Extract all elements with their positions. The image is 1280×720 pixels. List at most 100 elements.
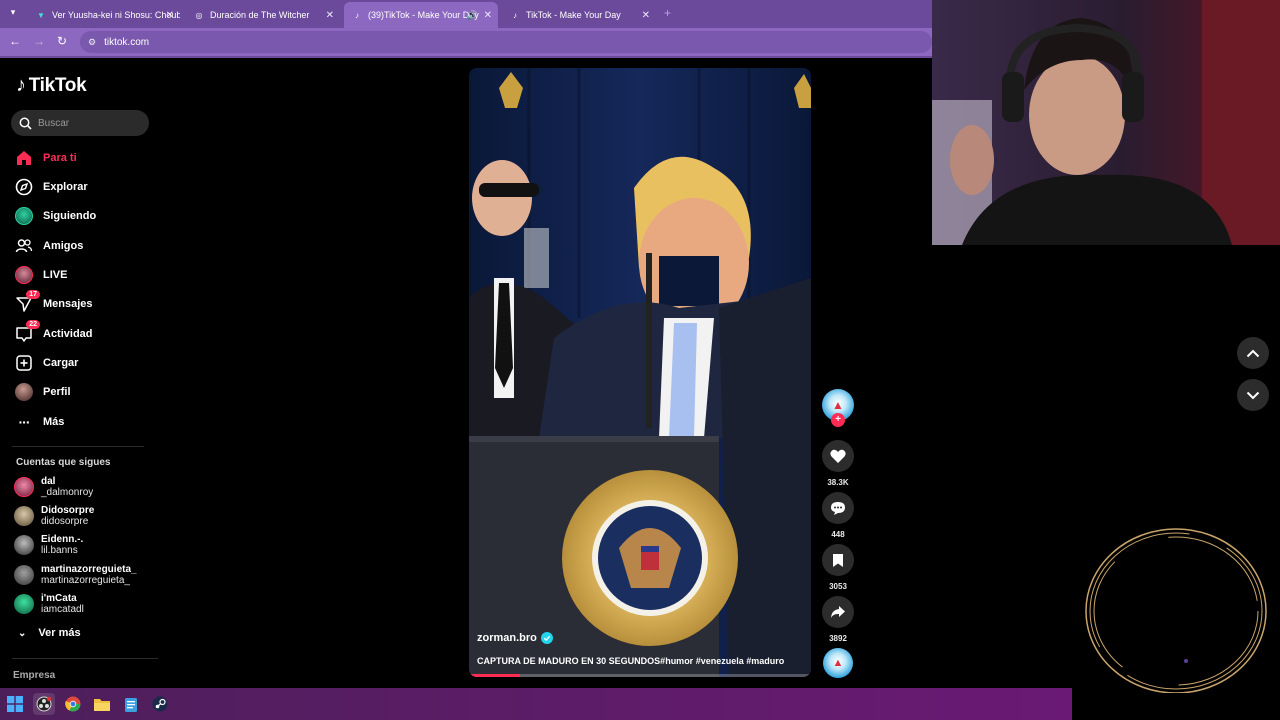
- nav-label: Explorar: [43, 181, 88, 193]
- tab-favicon-icon: ▼: [37, 10, 45, 20]
- compass-icon: [14, 177, 34, 197]
- friends-icon: [14, 236, 34, 256]
- following-account[interactable]: dal _dalmonroy: [14, 476, 93, 498]
- tiktok-favicon-icon: ♪: [513, 10, 517, 20]
- browser-tab-bar: ▾ ▼ Ver Yuusha-kei ni Shosu: Choub ✕ ◎ D…: [0, 0, 932, 28]
- nav-mas[interactable]: ··· Más: [14, 410, 65, 434]
- file-explorer-icon[interactable]: [91, 693, 113, 715]
- tab-search-dropdown-icon[interactable]: ▾: [6, 7, 20, 21]
- url-text: tiktok.com: [104, 36, 150, 48]
- save-count: 3053: [829, 582, 847, 591]
- nav-explorar[interactable]: Explorar: [14, 175, 88, 199]
- video-player[interactable]: zorman.bro CAPTURA DE MADURO EN 30 SEGUN…: [469, 68, 811, 677]
- tiktok-logo[interactable]: ♪ TikTok: [16, 74, 87, 97]
- video-progress-bar[interactable]: [469, 674, 811, 677]
- following-account[interactable]: Didosorpre didosorpre: [14, 505, 94, 527]
- video-caption: CAPTURA DE MADURO EN 30 SEGUNDOS#humor #…: [477, 656, 785, 666]
- follow-plus-icon[interactable]: +: [831, 413, 845, 427]
- chevron-down-icon: ⌄: [18, 627, 27, 639]
- browser-tab-3[interactable]: ♪ (39)TikTok - Make Your Day 🔊 ✕: [344, 2, 498, 28]
- browser-toolbar: ← → ↻ ⚙ tiktok.com: [0, 28, 932, 56]
- sidebar-divider: [12, 446, 144, 447]
- back-icon[interactable]: ←: [9, 34, 21, 48]
- save-button[interactable]: 3053: [822, 544, 854, 591]
- account-name: i'mCata: [41, 593, 77, 604]
- author-name: zorman.bro: [477, 632, 537, 644]
- browser-tab-4[interactable]: ♪ TikTok - Make Your Day ✕: [502, 4, 656, 26]
- account-name: Eidenn.-.: [41, 534, 84, 545]
- windows-start-icon[interactable]: [4, 693, 26, 715]
- close-tab-icon[interactable]: ✕: [166, 10, 174, 21]
- nav-mensajes[interactable]: 17 Mensajes: [14, 290, 93, 316]
- nav-label: Cargar: [43, 357, 79, 369]
- search-input[interactable]: [38, 117, 138, 129]
- verified-icon: [540, 632, 553, 644]
- sound-avatar-button[interactable]: ▲: [822, 648, 854, 678]
- new-tab-icon[interactable]: +: [664, 6, 671, 20]
- stream-ring-overlay: [1085, 528, 1267, 693]
- comment-icon: [822, 492, 854, 524]
- video-frame: [469, 68, 811, 677]
- home-icon: [14, 148, 34, 168]
- more-icon: ···: [18, 414, 31, 430]
- comment-button[interactable]: 448: [822, 492, 854, 539]
- following-account[interactable]: martinazorreguieta_ martinazorreguieta_: [14, 564, 137, 586]
- site-info-icon[interactable]: ⚙: [88, 37, 96, 48]
- search-box[interactable]: [11, 110, 149, 136]
- search-icon: [19, 117, 32, 130]
- heart-icon: [822, 440, 854, 472]
- next-video-button[interactable]: [1237, 379, 1269, 411]
- see-more-button[interactable]: ⌄ Ver más: [18, 627, 81, 639]
- steam-icon[interactable]: [149, 693, 171, 715]
- messages-badge: 17: [26, 290, 40, 299]
- close-tab-icon[interactable]: ✕: [326, 10, 334, 21]
- nav-label: LIVE: [43, 269, 68, 281]
- following-account[interactable]: Eidenn.-. lil.banns: [14, 534, 83, 556]
- account-handle: lil.banns: [41, 545, 78, 556]
- browser-tab-2[interactable]: ◎ Duración de The Witcher ✕: [186, 4, 340, 26]
- inbox-icon: 22: [14, 320, 40, 344]
- nav-cargar[interactable]: Cargar: [14, 351, 78, 375]
- close-tab-icon[interactable]: ✕: [642, 10, 650, 21]
- nav-para-ti[interactable]: Para ti: [14, 146, 77, 170]
- notepad-icon[interactable]: [120, 693, 142, 715]
- globe-icon: ◎: [195, 10, 203, 20]
- tiktok-note-icon: ♪: [16, 74, 26, 96]
- close-tab-icon[interactable]: ✕: [484, 10, 492, 21]
- nav-amigos[interactable]: Amigos: [14, 234, 83, 258]
- page-edge: [0, 56, 932, 58]
- nav-actividad[interactable]: 22 Actividad: [14, 320, 93, 346]
- nav-live[interactable]: LIVE: [14, 263, 67, 287]
- footer-link-empresa[interactable]: Empresa: [13, 670, 55, 681]
- video-author[interactable]: zorman.bro: [477, 632, 553, 644]
- see-more-label: Ver más: [38, 627, 81, 639]
- nav-label: Actividad: [43, 328, 93, 340]
- audio-playing-icon[interactable]: 🔊: [467, 10, 478, 21]
- obs-icon[interactable]: [33, 693, 55, 715]
- account-handle: _dalmonroy: [41, 487, 94, 498]
- nav-label: Siguiendo: [43, 210, 97, 222]
- music-disc-icon: ▲: [823, 648, 853, 678]
- upload-icon: [14, 353, 34, 373]
- browser-tab-1[interactable]: ▼ Ver Yuusha-kei ni Shosu: Choub ✕: [28, 4, 180, 26]
- previous-video-button[interactable]: [1237, 337, 1269, 369]
- like-button[interactable]: 38.3K: [822, 440, 854, 487]
- address-bar[interactable]: ⚙ tiktok.com: [80, 31, 932, 53]
- following-account[interactable]: i'mCata iamcatadl: [14, 593, 84, 615]
- forward-icon[interactable]: →: [33, 34, 45, 48]
- profile-avatar-icon: [14, 382, 34, 402]
- creator-avatar-button[interactable]: ▲ +: [822, 389, 854, 427]
- nav-perfil[interactable]: Perfil: [14, 380, 71, 404]
- account-name: dal: [41, 476, 56, 487]
- reload-icon[interactable]: ↻: [57, 34, 67, 48]
- nav-siguiendo[interactable]: Siguiendo: [14, 204, 96, 228]
- chrome-icon[interactable]: [62, 693, 84, 715]
- activity-badge: 22: [26, 320, 40, 329]
- tab-title: Duración de The Witcher: [210, 10, 310, 20]
- tab-title: TikTok - Make Your Day: [526, 10, 621, 20]
- avatar: [14, 477, 34, 497]
- share-button[interactable]: 3892: [822, 596, 854, 643]
- account-handle: martinazorreguieta_: [41, 575, 130, 586]
- account-handle: didosorpre: [41, 516, 89, 527]
- tiktok-favicon-icon: ♪: [355, 10, 359, 20]
